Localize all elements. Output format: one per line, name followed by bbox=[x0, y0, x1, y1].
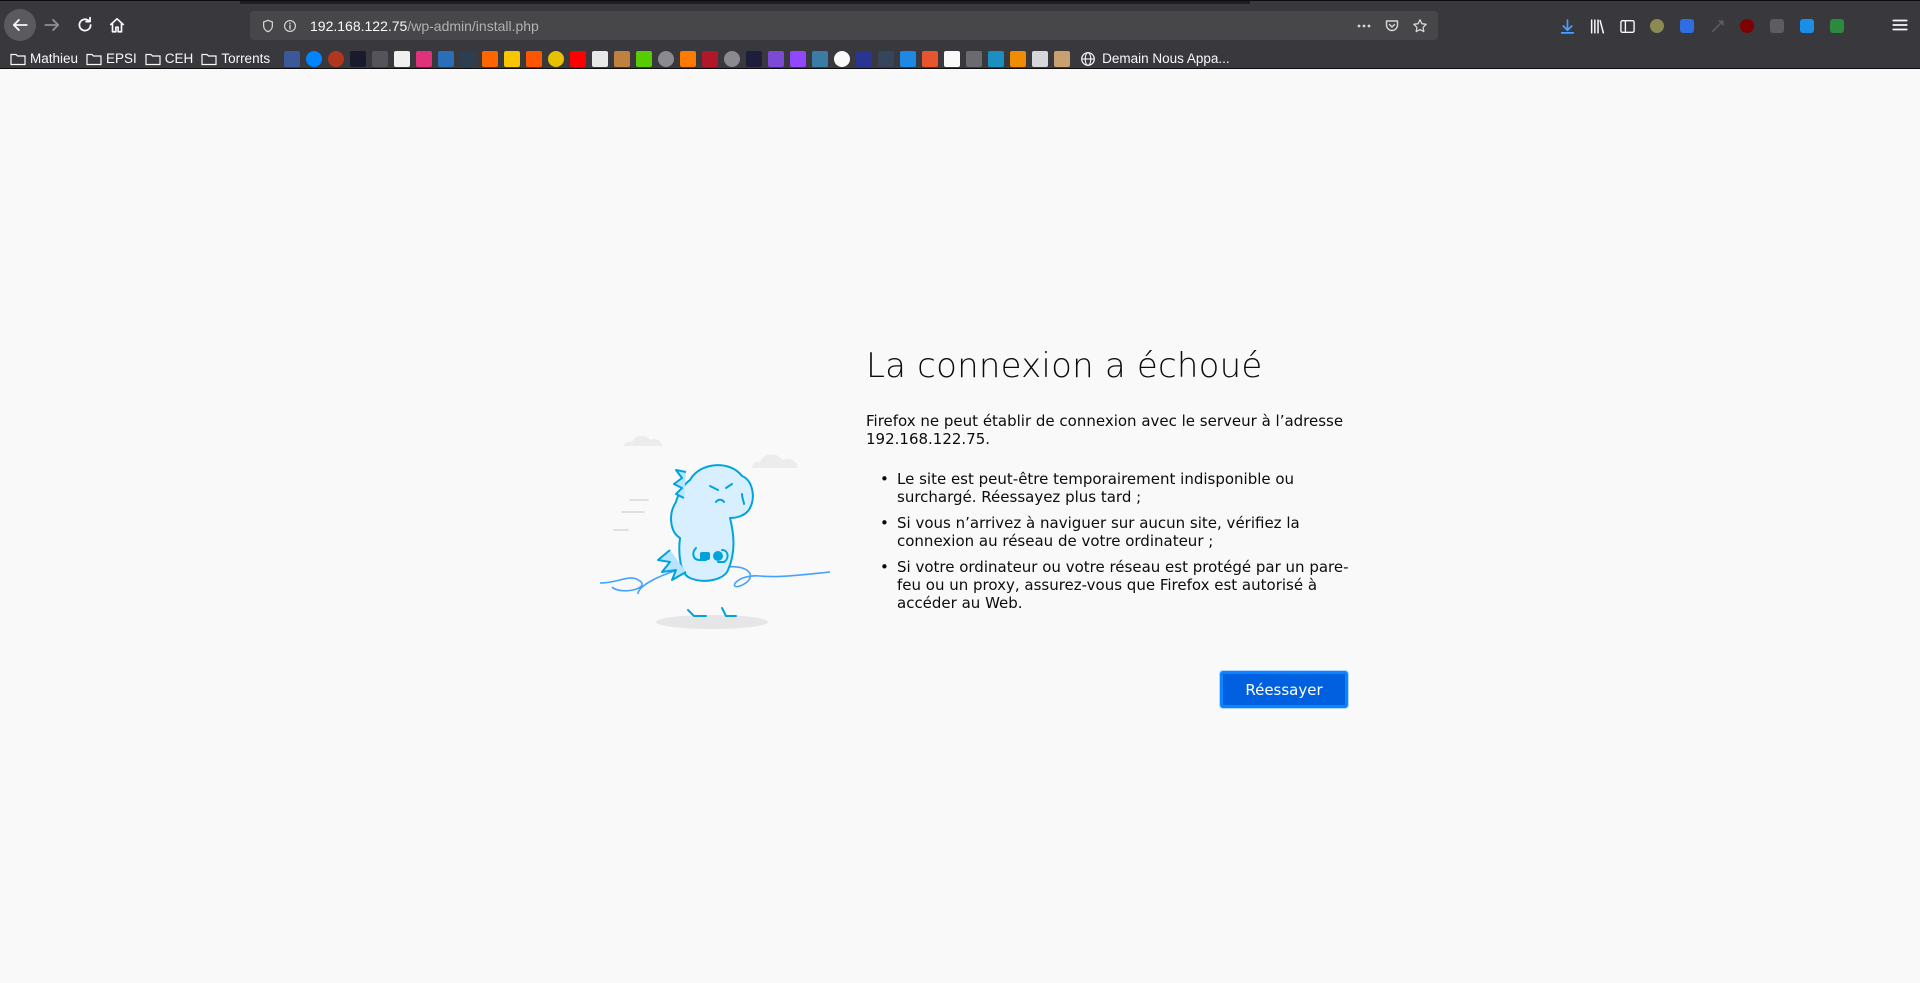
bookmark-favicon-icon[interactable] bbox=[966, 50, 983, 67]
bookmark-folder-torrents[interactable]: Torrents bbox=[201, 51, 270, 66]
globe-favicon-icon[interactable] bbox=[724, 50, 741, 67]
url-path: /wp-admin/install.php bbox=[407, 17, 539, 34]
bookmark-favicon-icon[interactable] bbox=[702, 50, 719, 67]
error-suggestion-item: Si vous n’arrivez à naviguer sur aucun s… bbox=[866, 514, 1350, 550]
bookmark-folder-ceh[interactable]: CEH bbox=[145, 51, 194, 66]
bookmark-favicon-icon[interactable] bbox=[1032, 50, 1049, 67]
shield-favicon-icon[interactable] bbox=[372, 50, 389, 67]
bookmark-favicon-icon[interactable] bbox=[680, 50, 697, 67]
bookmark-favicon-icon[interactable] bbox=[636, 50, 653, 67]
bookmark-folder-label: EPSI bbox=[106, 51, 137, 66]
pocket-icon[interactable] bbox=[1382, 16, 1402, 36]
library-icon[interactable] bbox=[1586, 15, 1608, 37]
star-bookmark-icon[interactable] bbox=[1410, 16, 1430, 36]
youtube-favicon-icon[interactable] bbox=[570, 50, 587, 67]
bookmark-favicon-icon[interactable] bbox=[944, 50, 961, 67]
facebook-favicon-icon[interactable] bbox=[284, 50, 301, 67]
bookmark-favicon-icon[interactable] bbox=[746, 50, 763, 67]
bookmark-favicon-icon[interactable] bbox=[416, 50, 433, 67]
error-content: La connexion a échoué Firefox ne peut ét… bbox=[866, 344, 1350, 620]
folder-icon bbox=[201, 53, 217, 65]
extension-puzzle-icon[interactable] bbox=[1796, 15, 1818, 37]
extension-arrows-icon[interactable] bbox=[1706, 15, 1728, 37]
bookmark-favicon-icon[interactable] bbox=[834, 50, 851, 67]
extension-tag-icon[interactable] bbox=[1766, 15, 1788, 37]
bookmark-favicon-icon[interactable] bbox=[922, 50, 939, 67]
bookmark-folder-label: Torrents bbox=[221, 51, 271, 66]
extension-container-icon[interactable] bbox=[1676, 15, 1698, 37]
error-suggestions-list: Le site est peut-être temporairement ind… bbox=[866, 470, 1350, 612]
shield-icon[interactable] bbox=[260, 18, 276, 34]
error-suggestion-item: Le site est peut-être temporairement ind… bbox=[866, 470, 1350, 506]
arrow-left-icon bbox=[12, 19, 28, 31]
bookmark-favicon-icon[interactable] bbox=[988, 50, 1005, 67]
extension-globe-icon[interactable] bbox=[1646, 15, 1668, 37]
bookmark-favicon-icon[interactable] bbox=[526, 50, 543, 67]
error-description: Firefox ne peut établir de connexion ave… bbox=[866, 412, 1344, 448]
bookmark-demain-nous-appartient[interactable]: Demain Nous Appa... bbox=[1080, 51, 1230, 67]
bookmark-folder-label: CEH bbox=[164, 51, 194, 66]
download-icon[interactable] bbox=[1556, 15, 1578, 37]
ublock-origin-icon[interactable] bbox=[1736, 15, 1758, 37]
bookmark-favicon-icon[interactable] bbox=[614, 50, 631, 67]
bookmark-favicon-icon[interactable] bbox=[856, 50, 873, 67]
retry-button[interactable]: Réessayer bbox=[1220, 671, 1348, 708]
url-actions bbox=[1354, 11, 1430, 40]
arrow-right-icon bbox=[44, 19, 60, 31]
browser-toolbar: 192.168.122.75/wp-admin/install.php bbox=[0, 0, 1920, 49]
bookmark-folder-epsi[interactable]: EPSI bbox=[86, 51, 137, 66]
reload-icon bbox=[78, 16, 92, 32]
unplugged-dinosaur-illustration bbox=[599, 420, 840, 640]
forward-button[interactable] bbox=[36, 9, 68, 41]
tumblr-favicon-icon[interactable] bbox=[878, 50, 895, 67]
bookmark-favicon-icon[interactable] bbox=[438, 50, 455, 67]
menu-button[interactable] bbox=[1884, 9, 1916, 41]
folder-icon bbox=[10, 53, 26, 65]
home-button[interactable] bbox=[101, 9, 133, 41]
sidebar-icon[interactable] bbox=[1616, 15, 1638, 37]
bookmark-folder-label: Mathieu bbox=[30, 51, 79, 66]
bookmark-favicon-icon[interactable] bbox=[350, 50, 367, 67]
globe-favicon-icon[interactable] bbox=[658, 50, 675, 67]
folder-icon bbox=[145, 53, 161, 65]
bookmark-folder-mathieu[interactable]: Mathieu bbox=[10, 51, 78, 66]
bookmark-label: Demain Nous Appa... bbox=[1102, 51, 1230, 66]
bookmark-favicon-icon[interactable] bbox=[328, 50, 345, 67]
bookmark-favicon-icon[interactable] bbox=[900, 50, 917, 67]
bookmarks-toolbar: Mathieu EPSI CEH Torrents Demain Nous Ap… bbox=[0, 49, 1920, 69]
error-title: La connexion a échoué bbox=[866, 346, 1263, 386]
extension-translate-icon[interactable] bbox=[1826, 15, 1848, 37]
bookmark-favicon-icon[interactable] bbox=[548, 50, 565, 67]
bookmark-favicon-icon[interactable] bbox=[812, 50, 829, 67]
reload-button[interactable] bbox=[69, 9, 101, 41]
home-icon bbox=[109, 17, 125, 33]
url-bar[interactable]: 192.168.122.75/wp-admin/install.php bbox=[250, 11, 1438, 40]
bookmark-favicon-icon[interactable] bbox=[482, 50, 499, 67]
extensions-area bbox=[1556, 15, 1848, 37]
hamburger-menu-icon bbox=[1892, 19, 1908, 31]
back-button[interactable] bbox=[4, 9, 36, 41]
bookmark-favicon-icon[interactable] bbox=[1054, 50, 1071, 67]
twitch-favicon-icon[interactable] bbox=[790, 50, 807, 67]
amazon-favicon-icon[interactable] bbox=[394, 50, 411, 67]
bookmark-favicon-icon[interactable] bbox=[768, 50, 785, 67]
url-host: 192.168.122.75 bbox=[310, 17, 408, 34]
globe-icon bbox=[1081, 51, 1095, 66]
messenger-favicon-icon[interactable] bbox=[306, 50, 323, 67]
bookmark-favicon-icon[interactable] bbox=[504, 50, 521, 67]
page-actions-icon[interactable] bbox=[1354, 16, 1374, 36]
bookmark-favicon-icon[interactable] bbox=[460, 50, 477, 67]
bookmark-favicon-icon[interactable] bbox=[592, 50, 609, 67]
info-icon[interactable] bbox=[282, 18, 298, 34]
folder-icon bbox=[86, 53, 102, 65]
error-suggestion-item: Si votre ordinateur ou votre réseau est … bbox=[866, 558, 1350, 612]
url-text[interactable]: 192.168.122.75/wp-admin/install.php bbox=[310, 18, 539, 34]
bookmark-favicon-icon[interactable] bbox=[1010, 50, 1027, 67]
